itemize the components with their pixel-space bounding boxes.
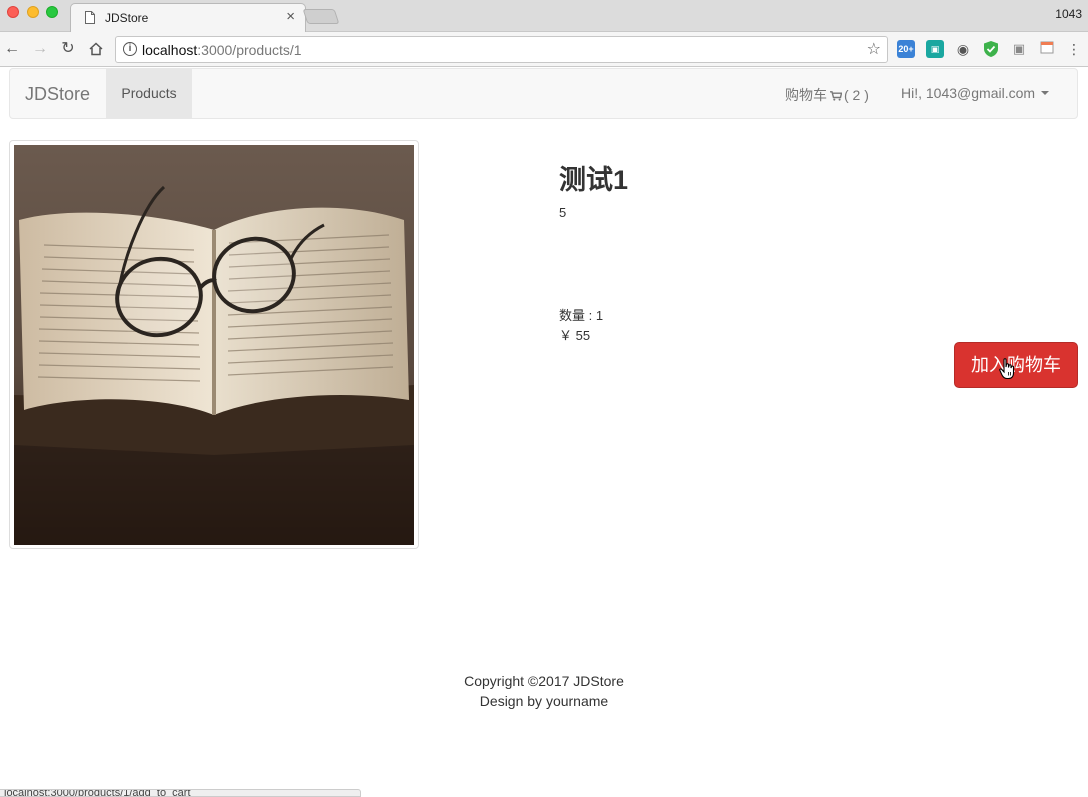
minimize-window-button[interactable] (27, 6, 39, 18)
close-window-button[interactable] (7, 6, 19, 18)
product-price: ￥ 55 (559, 328, 591, 343)
extension-camera-icon[interactable]: ▣ (1010, 40, 1028, 58)
product-image (9, 140, 419, 549)
footer-copyright: Copyright ©2017 JDStore (464, 673, 624, 689)
shopping-cart-icon (830, 91, 842, 101)
address-url: localhost:3000/products/1 (142, 42, 302, 58)
document-icon (85, 11, 95, 24)
new-tab-button[interactable] (302, 9, 340, 24)
extension-eye-icon[interactable]: ◉ (954, 40, 972, 58)
browser-tab[interactable]: JDStore × (70, 3, 306, 33)
home-icon[interactable] (86, 39, 106, 59)
book-glasses-image (14, 145, 414, 545)
extension-calendar-icon[interactable] (1038, 40, 1056, 58)
maximize-window-button[interactable] (46, 6, 58, 18)
extension-screenshot-icon[interactable]: ▣ (926, 40, 944, 58)
caret-down-icon (1041, 91, 1050, 95)
product-title: 测试1 (559, 165, 629, 195)
user-dropdown[interactable]: Hi!, 1043@gmail.com (901, 85, 1050, 101)
user-greeting: Hi!, 1043@gmail.com (901, 85, 1036, 101)
product-description: 5 (559, 205, 567, 220)
cart-label: 购物车 (785, 87, 827, 103)
nav-products-link[interactable]: Products (106, 69, 192, 118)
site-navbar: JDStore Products 购物车 ( 2 ) Hi!, 1043@gmai… (9, 68, 1078, 119)
url-host: localhost (142, 42, 198, 58)
site-info-icon[interactable]: i (123, 42, 137, 56)
brand-link[interactable]: JDStore (25, 84, 90, 105)
address-bar[interactable]: i localhost:3000/products/1 ☆ (115, 36, 888, 63)
footer-design: Design by yourname (479, 693, 609, 709)
extension-shield-icon[interactable] (982, 40, 1000, 58)
browser-toolbar: ← → ↻ i localhost:3000/products/1 ☆ 20+ … (0, 32, 1088, 67)
back-icon[interactable]: ← (2, 39, 22, 59)
cart-count: ( 2 ) (844, 87, 869, 103)
url-path: :3000/products/1 (197, 42, 302, 58)
tab-close-icon[interactable]: × (286, 8, 295, 25)
tab-title: JDStore (105, 11, 149, 25)
extension-badge-icon[interactable]: 20+ (897, 40, 915, 58)
menu-kebab-icon[interactable]: ⋮ (1064, 39, 1084, 59)
nav-cart-link[interactable]: 购物车 ( 2 ) (785, 85, 869, 105)
site-footer: Copyright ©2017 JDStore Design by yourna… (0, 671, 1088, 711)
hand-pointer-icon (999, 358, 1015, 380)
bookmark-star-icon[interactable]: ☆ (867, 39, 881, 59)
forward-icon[interactable]: → (30, 39, 50, 59)
profile-label[interactable]: 1043 (1055, 7, 1082, 21)
reload-icon[interactable]: ↻ (58, 39, 78, 59)
product-quantity: 数量 : 1 (559, 308, 604, 323)
browser-titlebar: JDStore × 1043 (0, 0, 1088, 33)
